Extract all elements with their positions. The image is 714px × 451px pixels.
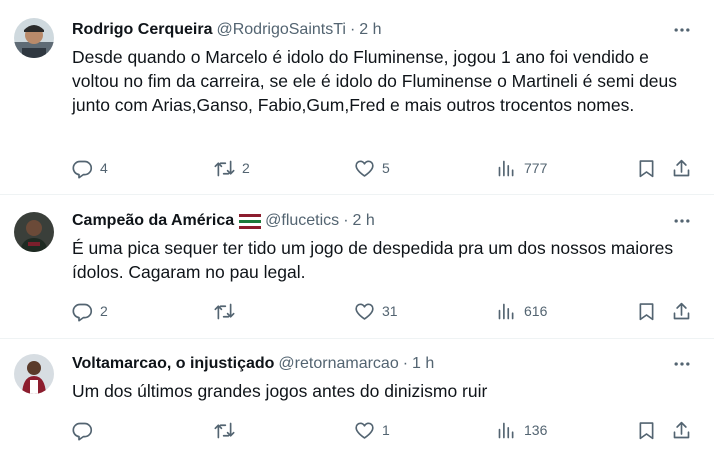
display-name[interactable]: Rodrigo Cerqueira (72, 20, 212, 40)
tweet-text: Desde quando o Marcelo é idolo do Flumin… (72, 47, 678, 115)
user-handle[interactable]: @retornamarcao (278, 354, 398, 374)
reply-button[interactable]: 4 (72, 156, 108, 180)
more-icon[interactable] (672, 211, 692, 231)
display-name[interactable]: Voltamarcao, o injustiçado (72, 354, 274, 374)
avatar[interactable] (14, 354, 54, 394)
repost-button[interactable] (214, 299, 242, 323)
views-icon (498, 160, 514, 176)
share-icon (673, 421, 690, 438)
views-icon (498, 303, 514, 319)
user-handle[interactable]: @flucetics (265, 211, 339, 231)
tweet[interactable]: Voltamarcao, o injustiçado @retornamarca… (0, 339, 714, 451)
bookmark-button[interactable] (636, 299, 657, 323)
timestamp[interactable]: 2 h (359, 20, 381, 40)
tweet-feed: Rodrigo Cerqueira @RodrigoSaintsTi · 2 h… (0, 0, 714, 451)
fluminense-flag-icon (239, 213, 262, 229)
separator-dot: · (343, 212, 349, 229)
bookmark-button[interactable] (636, 418, 657, 442)
views-button[interactable]: 616 (496, 299, 547, 323)
timestamp[interactable]: 2 h (353, 211, 375, 231)
display-name[interactable]: Campeão da América (72, 211, 234, 231)
like-button[interactable]: 31 (354, 299, 398, 323)
share-button[interactable] (671, 156, 692, 180)
like-icon (355, 421, 374, 439)
share-button[interactable] (671, 418, 692, 442)
more-icon[interactable] (672, 20, 692, 40)
views-count: 777 (524, 160, 548, 176)
repost-count: 2 (242, 160, 250, 176)
like-button[interactable]: 1 (354, 418, 390, 442)
repost-icon (214, 422, 235, 438)
share-icon (673, 302, 690, 319)
like-icon (355, 302, 374, 320)
repost-icon (214, 160, 235, 176)
like-count: 31 (382, 303, 398, 319)
timestamp[interactable]: 1 h (412, 354, 434, 374)
user-handle[interactable]: @RodrigoSaintsTi (216, 20, 345, 40)
views-icon (498, 422, 514, 438)
reply-button[interactable]: 2 (72, 299, 108, 323)
tweet-header: Voltamarcao, o injustiçado @retornamarca… (72, 353, 434, 375)
avatar[interactable] (14, 18, 54, 58)
tweet[interactable]: Campeão da América @flucetics · 2 h É um… (0, 195, 714, 338)
views-count: 616 (524, 303, 548, 319)
tweet-actions: 4 2 5 777 (72, 156, 702, 180)
views-count: 136 (524, 422, 548, 438)
share-button[interactable] (671, 299, 692, 323)
separator-dot: · (349, 21, 356, 38)
views-button[interactable]: 777 (496, 156, 547, 180)
like-icon (355, 159, 374, 177)
bookmark-button[interactable] (636, 156, 657, 180)
tweet-actions: 1 136 (72, 418, 702, 442)
like-button[interactable]: 5 (354, 156, 390, 180)
repost-button[interactable] (214, 418, 242, 442)
avatar[interactable] (14, 212, 54, 252)
reply-count: 4 (100, 160, 108, 176)
bookmark-icon (639, 302, 654, 320)
reply-icon (72, 303, 93, 322)
tweet-text: Um dos últimos grandes jogos antes do di… (72, 381, 488, 401)
like-count: 5 (382, 160, 390, 176)
more-icon[interactable] (672, 354, 692, 374)
bookmark-icon (639, 159, 654, 177)
separator-dot: · (402, 355, 409, 372)
views-button[interactable]: 136 (496, 418, 547, 442)
reply-icon (72, 160, 93, 179)
reply-icon (72, 422, 93, 441)
tweet-text: É uma pica sequer ter tido um jogo de de… (72, 238, 674, 282)
reply-button[interactable] (72, 418, 100, 442)
like-count: 1 (382, 422, 390, 438)
tweet[interactable]: Rodrigo Cerqueira @RodrigoSaintsTi · 2 h… (0, 0, 714, 194)
repost-icon (214, 303, 235, 319)
bookmark-icon (639, 421, 654, 439)
tweet-actions: 2 31 616 (72, 299, 702, 323)
tweet-header: Campeão da América @flucetics · 2 h (72, 210, 375, 232)
share-icon (673, 159, 690, 176)
tweet-header: Rodrigo Cerqueira @RodrigoSaintsTi · 2 h (72, 19, 382, 41)
repost-button[interactable]: 2 (214, 156, 250, 180)
reply-count: 2 (100, 303, 108, 319)
